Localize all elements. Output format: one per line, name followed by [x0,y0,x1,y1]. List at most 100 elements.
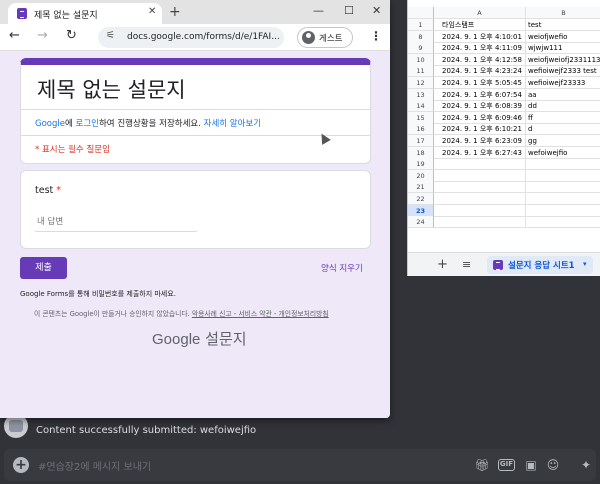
gift-icon[interactable]: 🎁︎ [474,457,490,473]
message-input-placeholder[interactable]: #연습장2에 메시지 보내기 [38,458,151,473]
cell-answer[interactable]: d [526,123,600,136]
profile-button[interactable]: 게스트 [297,27,353,48]
cell-timestamp[interactable] [434,169,526,182]
tab-strip: 제목 없는 설문지 ✕ + — ☐ ✕ [0,0,390,24]
gif-button[interactable]: GIF [498,459,515,471]
google-login-link[interactable]: Google [35,119,65,129]
forward-button[interactable]: → [37,28,48,43]
add-sheet-icon[interactable]: + [437,257,448,272]
sheet-tab-responses[interactable]: 설문지 응답 시트1 ▾ [487,256,593,274]
cell-timestamp[interactable]: 2024. 9. 1 오후 4:12:58 [434,53,526,66]
column-header-b[interactable]: B [526,7,600,19]
minimize-button[interactable]: — [313,4,324,17]
sheet-row: 9 2024. 9. 1 오후 4:11:09 wjwjw111 [408,42,600,55]
answer-input[interactable] [35,213,197,232]
cell-timestamp[interactable] [434,181,526,194]
sheet-row: 21 [408,181,600,194]
cell-answer[interactable] [526,205,600,217]
cell-timestamp[interactable] [434,193,526,205]
cell-answer[interactable]: weiofjweiofj2331113 [526,54,600,66]
cell-timestamp[interactable]: 2024. 9. 1 오후 6:07:54 [434,88,526,101]
sheet-row: 12 2024. 9. 1 오후 5:05:45 wefioiwejf23333 [408,77,600,89]
cell-answer[interactable]: gg [526,135,600,147]
row-number[interactable]: 18 [408,146,434,159]
cell-answer[interactable]: dd [526,100,600,113]
submit-button[interactable]: 제출 [20,257,67,279]
cell-answer[interactable] [526,193,600,205]
cell-answer[interactable]: weiofjwefio [526,31,600,43]
cell-timestamp[interactable]: 2024. 9. 1 오후 6:27:43 [434,146,526,159]
url-text[interactable]: docs.google.com/forms/d/e/1FAI... [127,32,280,42]
row-number[interactable]: 15 [408,111,434,124]
browser-tab[interactable]: 제목 없는 설문지 ✕ [8,3,162,24]
row-number[interactable]: 8 [408,30,434,43]
tab-close-icon[interactable]: ✕ [148,6,156,17]
row-number[interactable]: 10 [408,53,434,66]
row-number[interactable]: 14 [408,100,434,113]
new-tab-button[interactable]: + [169,4,181,20]
cell-answer[interactable]: wefoiwejfio [526,147,600,159]
cell-answer[interactable]: test [526,19,600,31]
cell-answer[interactable]: wjwjw111 [526,42,600,55]
row-number[interactable]: 17 [408,135,434,147]
attach-plus-icon[interactable]: + [13,457,29,473]
learn-more-link[interactable]: 자세히 알아보기 [204,119,261,129]
google-forms-logo[interactable]: Google 설문지 [152,328,247,349]
required-star: * [53,185,62,196]
question-text: test [35,185,54,196]
cell-answer[interactable]: ff [526,112,600,124]
row-number[interactable]: 16 [408,123,434,136]
row-number[interactable]: 19 [408,158,434,171]
cell-timestamp[interactable]: 2024. 9. 1 오후 4:11:09 [434,42,526,55]
back-button[interactable]: ← [9,28,20,43]
apps-icon[interactable]: ✦ [578,457,594,473]
address-bar[interactable]: ⚟ docs.google.com/forms/d/e/1FAI... [98,27,284,48]
sheet-row: 16 2024. 9. 1 오후 6:10:21 d [408,123,600,136]
password-warning: Google Forms를 통해 비밀번호를 제출하지 마세요. [20,290,176,298]
cell-answer[interactable]: wefioiwejf23333 [526,77,600,89]
row-number[interactable]: 20 [408,169,434,182]
all-sheets-icon[interactable]: ≡ [462,258,471,271]
cell-answer[interactable] [526,181,600,194]
row-number[interactable]: 21 [408,181,434,194]
login-note-rest: 하여 진행상황을 저장하세요. [98,119,204,129]
cell-answer[interactable]: wefioiwejf2333 test [526,65,600,78]
row-number[interactable]: 12 [408,77,434,89]
sticker-icon[interactable]: ▣ [523,457,539,473]
cell-timestamp[interactable] [434,158,526,171]
cell-timestamp[interactable] [434,216,526,229]
emoji-icon[interactable]: ☺ [545,457,561,473]
row-number[interactable]: 24 [408,216,434,229]
cell-answer[interactable]: aa [526,89,600,101]
cell-timestamp[interactable]: 2024. 9. 1 오후 4:10:01 [434,30,526,43]
cell-timestamp[interactable]: 타임스탬프 [434,19,526,31]
row-number[interactable]: 13 [408,88,434,101]
chevron-down-icon[interactable]: ▾ [583,260,587,268]
reload-button[interactable]: ↻ [66,28,77,43]
footer-links[interactable]: 악용사례 신고 - 서비스 약관 - 개인정보처리방침 [192,310,329,318]
window-close-button[interactable]: ✕ [372,4,381,17]
row-number[interactable]: 23 [408,204,434,217]
column-header-a[interactable]: A [434,7,526,19]
cell-timestamp[interactable]: 2024. 9. 1 오후 6:09:46 [434,111,526,124]
site-info-icon[interactable]: ⚟ [106,30,115,41]
cell-timestamp[interactable]: 2024. 9. 1 오후 5:05:45 [434,77,526,89]
row-number[interactable]: 22 [408,193,434,205]
cell-timestamp[interactable] [434,204,526,217]
corner-cell[interactable] [408,7,434,19]
row-number[interactable]: 9 [408,42,434,55]
cell-timestamp[interactable]: 2024. 9. 1 오후 6:08:39 [434,100,526,113]
clear-form-button[interactable]: 양식 지우기 [321,262,363,274]
browser-menu-icon[interactable]: ⋮ [370,29,382,43]
row-number[interactable]: 11 [408,65,434,78]
cell-answer[interactable] [526,170,600,182]
login-link[interactable]: 로그인 [76,119,99,129]
cell-answer[interactable] [526,158,600,171]
maximize-button[interactable]: ☐ [344,4,354,17]
cell-timestamp[interactable]: 2024. 9. 1 오후 6:10:21 [434,123,526,136]
cell-answer[interactable] [526,216,600,229]
cell-timestamp[interactable]: 2024. 9. 1 오후 6:23:09 [434,135,526,147]
cell-timestamp[interactable]: 2024. 9. 1 오후 4:23:24 [434,65,526,78]
message-composer[interactable]: + #연습장2에 메시지 보내기 🎁︎ GIF ▣ ☺ ✦ [4,449,596,481]
row-number[interactable]: 1 [408,19,434,31]
